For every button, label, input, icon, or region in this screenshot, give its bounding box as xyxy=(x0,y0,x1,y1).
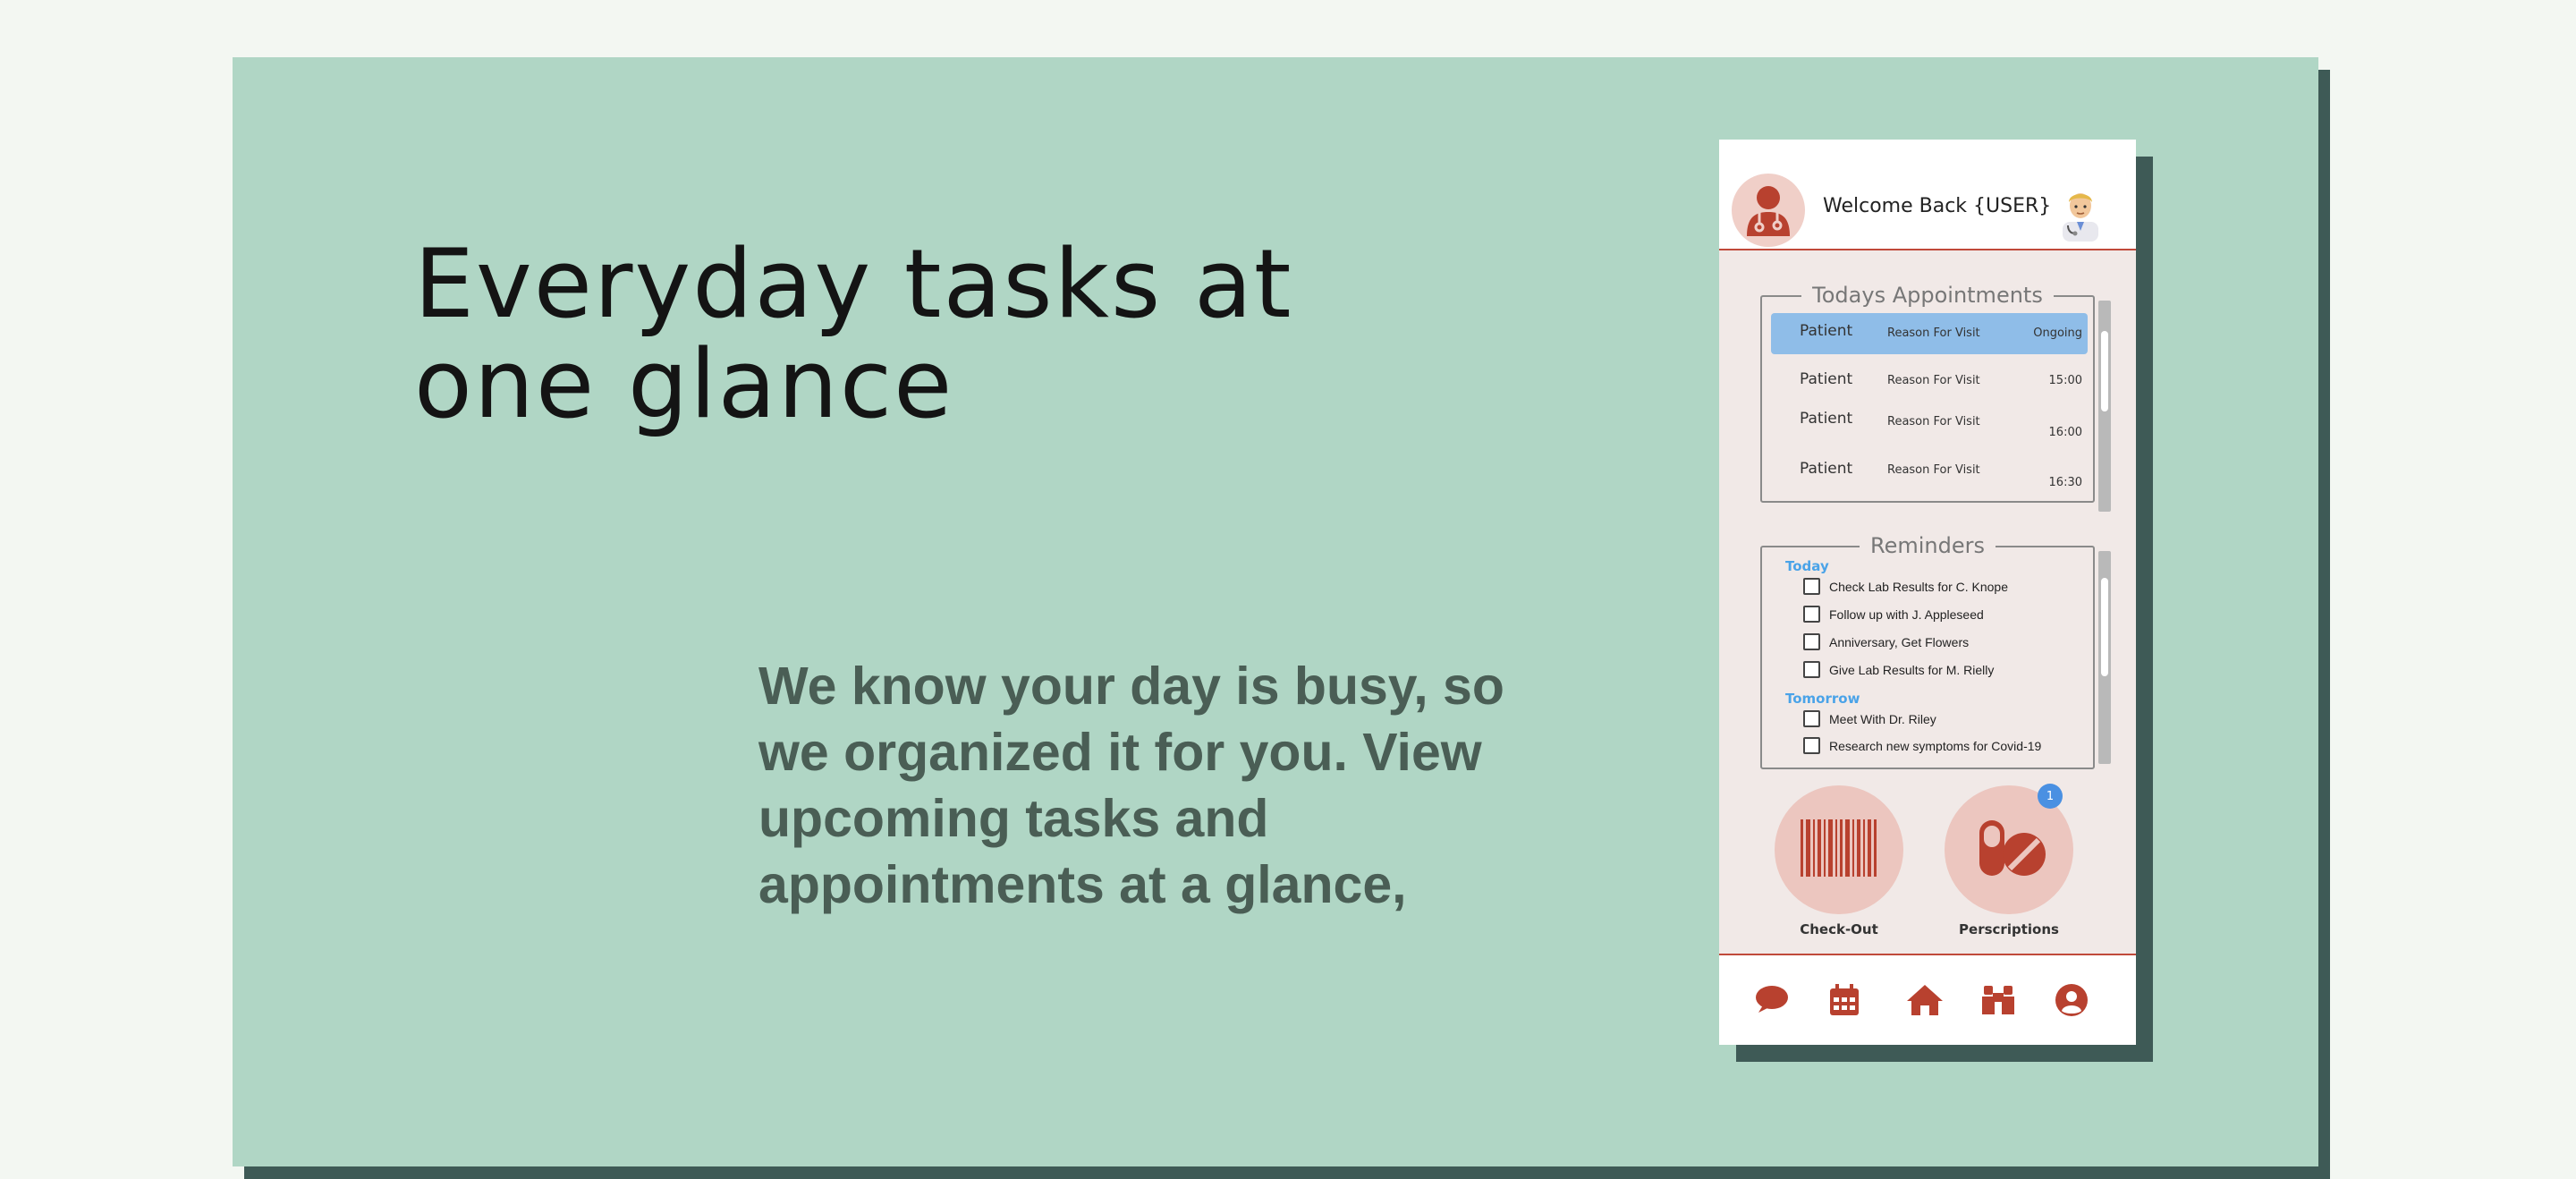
doctor-icon[interactable] xyxy=(1732,174,1805,247)
chat-icon[interactable] xyxy=(1751,980,1791,1020)
reminder-text: Give Lab Results for M. Rielly xyxy=(1829,662,1995,677)
hero-headline: Everyday tasks at one glance xyxy=(414,234,1398,435)
appointment-row[interactable]: Patient Reason For Visit 16:30 xyxy=(1771,451,2088,492)
appointment-row[interactable]: Patient Reason For Visit 15:00 xyxy=(1771,361,2088,403)
reminder-text: Research new symptoms for Covid-19 xyxy=(1829,738,2042,753)
appointment-patient: Patient xyxy=(1800,322,1853,340)
appointment-reason: Reason For Visit xyxy=(1887,415,1980,428)
reminder-item[interactable]: Research new symptoms for Covid-19 xyxy=(1803,737,2041,754)
bottom-nav xyxy=(1719,954,2136,1045)
headline-line-2: one glance xyxy=(414,329,954,439)
appointment-row[interactable]: Patient Reason For Visit Ongoing xyxy=(1771,313,2088,354)
checkout-label: Check-Out xyxy=(1800,921,1878,937)
pills-icon xyxy=(1970,817,2047,884)
reminders-scrollbar[interactable] xyxy=(2098,551,2111,764)
subtext-line-1: We know your day is busy, so xyxy=(758,657,1504,716)
subtext-line-2: we organized it for you. View xyxy=(758,723,1482,782)
reminder-group-today: Today xyxy=(1785,558,1829,574)
reminder-text: Meet With Dr. Riley xyxy=(1829,711,1936,726)
checkout-button[interactable] xyxy=(1775,785,1903,914)
appointments-title: Todays Appointments xyxy=(1801,283,2054,308)
appointment-reason: Reason For Visit xyxy=(1887,463,1980,477)
reminder-text: Check Lab Results for C. Knope xyxy=(1829,579,2008,594)
appointment-reason: Reason For Visit xyxy=(1887,327,1980,340)
appointments-scroll-thumb[interactable] xyxy=(2101,331,2108,411)
barcode-icon xyxy=(1801,819,1877,881)
appointment-time: 16:00 xyxy=(2048,426,2082,439)
profile-icon[interactable] xyxy=(2052,980,2091,1020)
appointments-scrollbar[interactable] xyxy=(2098,301,2111,512)
appointment-row[interactable]: Patient Reason For Visit 16:00 xyxy=(1771,401,2088,442)
headline-line-1: Everyday tasks at xyxy=(414,229,1293,339)
reminder-text: Anniversary, Get Flowers xyxy=(1829,634,1970,649)
appointment-time: 15:00 xyxy=(2048,374,2082,387)
appointment-reason: Reason For Visit xyxy=(1887,374,1980,387)
prescriptions-label: Perscriptions xyxy=(1959,921,2059,937)
appointment-time: Ongoing xyxy=(2033,327,2082,340)
reminders-panel: Reminders Today Check Lab Results for C.… xyxy=(1760,533,2095,769)
reminder-text: Follow up with J. Appleseed xyxy=(1829,606,1984,622)
home-icon[interactable] xyxy=(1905,980,1945,1020)
appointment-patient: Patient xyxy=(1800,410,1853,428)
hero-subtext: We know your day is busy, so we organize… xyxy=(758,653,1528,918)
reminders-scroll-thumb[interactable] xyxy=(2101,578,2108,676)
user-avatar-icon[interactable] xyxy=(2055,186,2106,242)
reminder-item[interactable]: Anniversary, Get Flowers xyxy=(1803,633,1969,650)
appointment-time: 16:30 xyxy=(2048,476,2082,489)
prescriptions-badge: 1 xyxy=(2038,784,2063,809)
reminder-group-tomorrow: Tomorrow xyxy=(1785,691,1860,707)
reminder-item[interactable]: Check Lab Results for C. Knope xyxy=(1803,578,2008,595)
binoculars-icon[interactable] xyxy=(1979,980,2018,1020)
subtext-line-4: appointments at a glance, xyxy=(758,855,1407,914)
reminders-title: Reminders xyxy=(1860,533,1996,558)
reminder-checkbox[interactable] xyxy=(1803,710,1820,727)
reminder-checkbox[interactable] xyxy=(1803,661,1820,678)
reminder-checkbox[interactable] xyxy=(1803,606,1820,623)
reminder-item[interactable]: Meet With Dr. Riley xyxy=(1803,710,1936,727)
app-header: Welcome Back {USER} xyxy=(1719,140,2136,250)
calendar-icon[interactable] xyxy=(1825,980,1864,1020)
appointments-panel: Todays Appointments Patient Reason For V… xyxy=(1760,283,2095,503)
reminder-checkbox[interactable] xyxy=(1803,633,1820,650)
welcome-message: Welcome Back {USER} xyxy=(1823,195,2052,217)
appointment-patient: Patient xyxy=(1800,370,1853,388)
appointment-patient: Patient xyxy=(1800,460,1853,478)
reminder-item[interactable]: Give Lab Results for M. Rielly xyxy=(1803,661,1994,678)
reminder-item[interactable]: Follow up with J. Appleseed xyxy=(1803,606,1984,623)
subtext-line-3: upcoming tasks and xyxy=(758,789,1269,848)
reminder-checkbox[interactable] xyxy=(1803,578,1820,595)
reminder-checkbox[interactable] xyxy=(1803,737,1820,754)
phone-mockup: Welcome Back {USER} Todays Appointments … xyxy=(1719,140,2136,1045)
